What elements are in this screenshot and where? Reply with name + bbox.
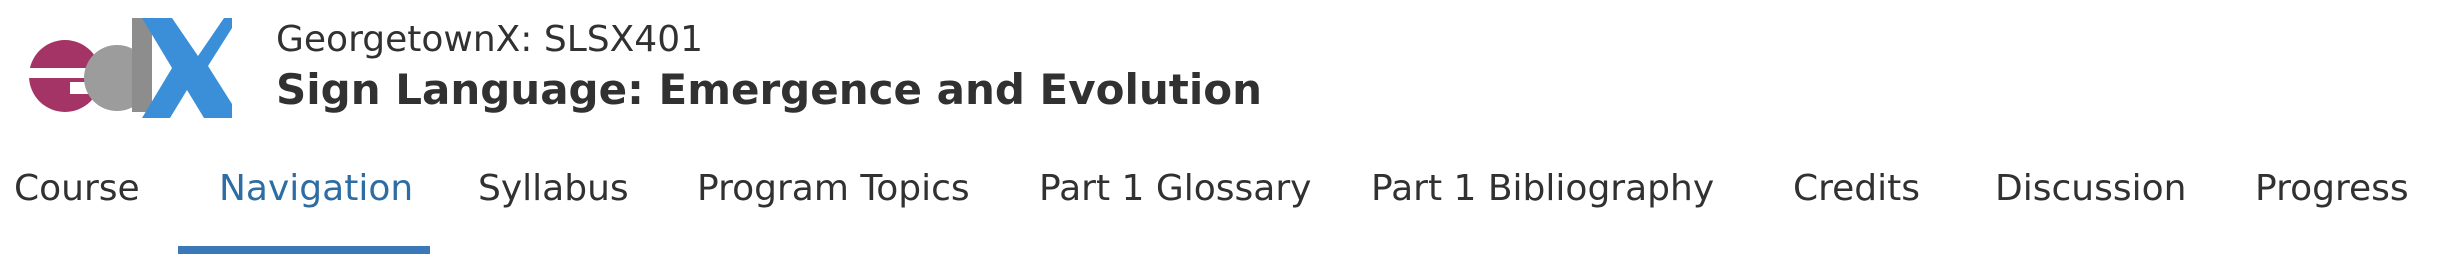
- course-tabs: Course Navigation Syllabus Program Topic…: [0, 150, 2461, 257]
- active-tab-underline: [178, 246, 430, 254]
- tab-part-1-bibliography[interactable]: Part 1 Bibliography: [1371, 150, 1714, 252]
- tab-part-1-glossary[interactable]: Part 1 Glossary: [1039, 150, 1311, 252]
- tab-course[interactable]: Course: [14, 150, 140, 252]
- tab-navigation[interactable]: Navigation: [219, 150, 413, 252]
- course-title: Sign Language: Emergence and Evolution: [276, 65, 1262, 114]
- course-header: GeorgetownX: SLSX401 Sign Language: Emer…: [0, 0, 2461, 150]
- tab-program-topics[interactable]: Program Topics: [697, 150, 970, 252]
- course-org-code: GeorgetownX: SLSX401: [276, 19, 704, 60]
- tab-discussion[interactable]: Discussion: [1995, 150, 2186, 252]
- tab-syllabus[interactable]: Syllabus: [478, 150, 629, 252]
- tab-credits[interactable]: Credits: [1793, 150, 1920, 252]
- tab-progress[interactable]: Progress: [2255, 150, 2409, 252]
- edx-logo[interactable]: [22, 18, 232, 118]
